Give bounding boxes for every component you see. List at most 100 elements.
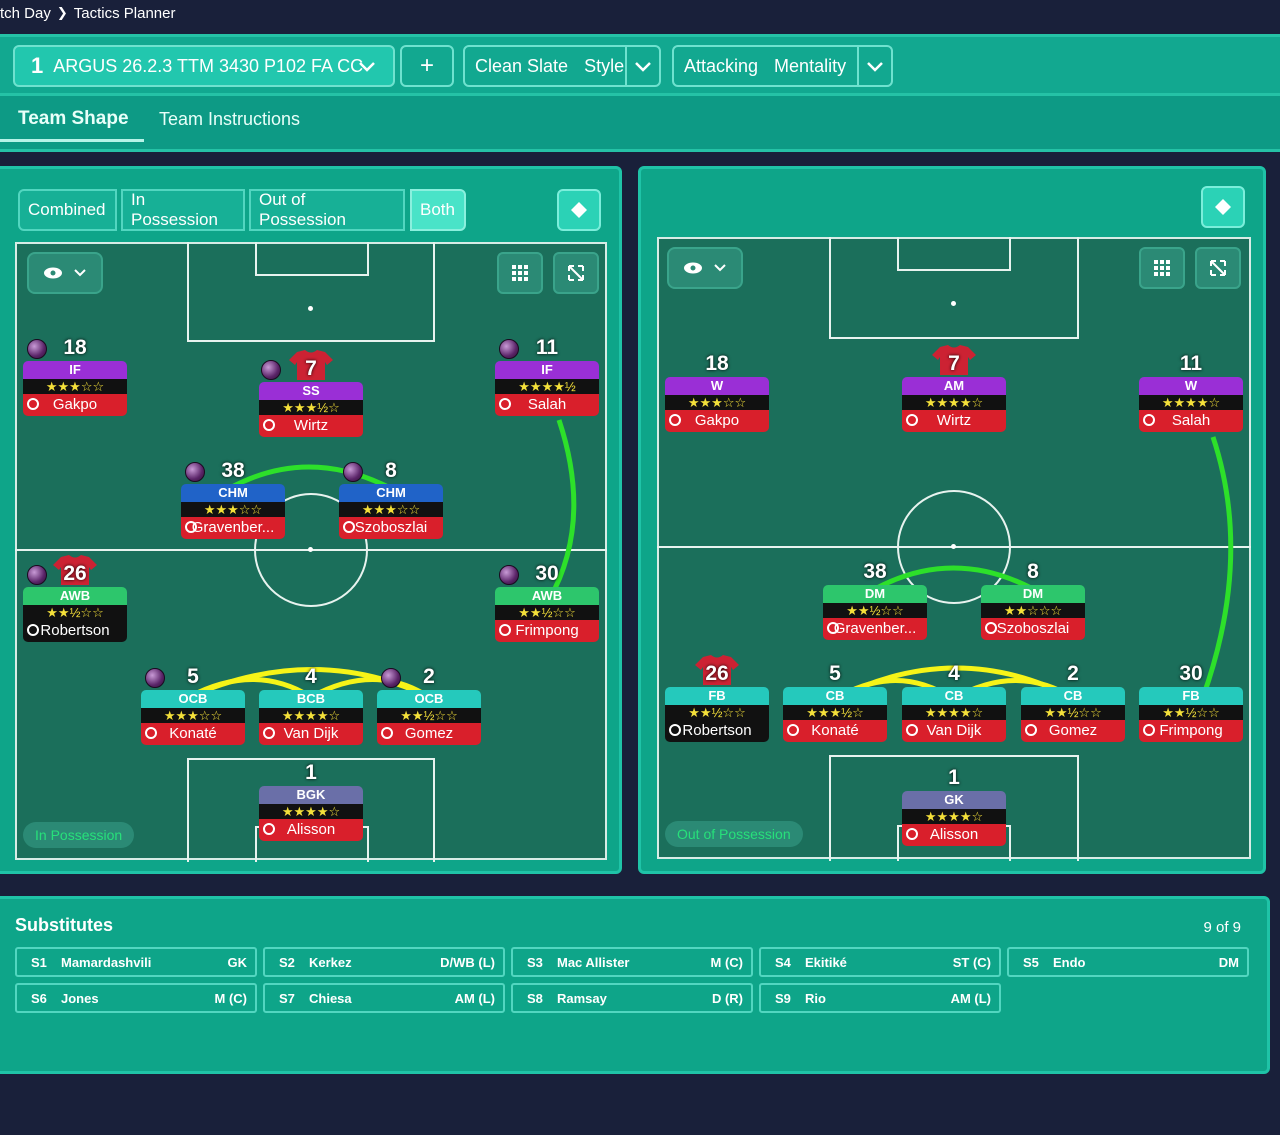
diamond-icon[interactable]	[557, 189, 601, 231]
role-rating: ★★½☆☆	[377, 708, 481, 723]
out-of-possession-panel: Out of Possession 18 W ★★★☆☆ Gakpo 7 AM …	[638, 166, 1266, 874]
player-card[interactable]: 5 OCB ★★★☆☆ Konaté	[141, 664, 245, 745]
person-icon	[906, 414, 918, 426]
player-role: W	[1139, 377, 1243, 395]
player-card[interactable]: 2 CB ★★½☆☆ Gomez	[1021, 661, 1125, 742]
tab-team-shape[interactable]: Team Shape	[0, 106, 144, 142]
filter-combined[interactable]: Combined	[18, 189, 117, 231]
player-card[interactable]: 4 CB ★★★★☆ Van Dijk	[902, 661, 1006, 742]
chevron-down-icon	[714, 264, 726, 272]
visibility-dropdown[interactable]	[27, 252, 103, 294]
player-card[interactable]: 8 DM ★★☆☆☆ Szoboszlai	[981, 559, 1085, 640]
role-rating: ★★★★☆	[259, 804, 363, 819]
player-card[interactable]: 7 SS ★★★½☆ Wirtz	[259, 350, 363, 437]
person-icon	[27, 624, 39, 636]
player-role: FB	[1139, 687, 1243, 705]
player-name: Alisson	[929, 826, 979, 843]
expand-icon[interactable]	[553, 252, 599, 294]
person-icon	[669, 724, 681, 736]
player-role: DM	[981, 585, 1085, 603]
player-card[interactable]: 11 W ★★★★☆ Salah	[1139, 351, 1243, 432]
player-role: W	[665, 377, 769, 395]
chevron-down-icon	[865, 56, 885, 81]
substitute-item[interactable]: S6 Jones M (C)	[15, 983, 257, 1013]
substitute-item[interactable]: S3 Mac Allister M (C)	[511, 947, 753, 977]
tab-team-instructions[interactable]: Team Instructions	[159, 106, 300, 142]
person-icon	[827, 622, 839, 634]
mentality-label: Mentality	[774, 55, 847, 76]
filter-out-of-possession[interactable]: Out of Possession	[249, 189, 405, 231]
player-card[interactable]: 26 AWB ★★½☆☆ Robertson	[23, 555, 127, 642]
expand-icon[interactable]	[1195, 247, 1241, 289]
substitute-item[interactable]: S4 Ekitiké ST (C)	[759, 947, 1001, 977]
substitute-item[interactable]: S1 Mamardashvili GK	[15, 947, 257, 977]
mentality-value: Attacking	[684, 55, 759, 76]
grid-icon[interactable]	[1139, 247, 1185, 289]
player-card[interactable]: 1 BGK ★★★★☆ Alisson	[259, 760, 363, 841]
player-card[interactable]: 11 IF ★★★★½ Salah	[495, 335, 599, 416]
filter-both[interactable]: Both	[410, 189, 466, 231]
player-card[interactable]: 2 OCB ★★½☆☆ Gomez	[377, 664, 481, 745]
style-value: Clean Slate	[475, 55, 569, 76]
player-name: Gravenber...	[191, 519, 275, 536]
player-card[interactable]: 8 CHM ★★★☆☆ Szoboszlai	[339, 458, 443, 539]
player-card[interactable]: 30 FB ★★½☆☆ Frimpong	[1139, 661, 1243, 742]
substitutes-title: Substitutes	[15, 915, 114, 935]
player-role: CB	[902, 687, 1006, 705]
player-card[interactable]: 7 AM ★★★★☆ Wirtz	[902, 345, 1006, 432]
substitute-item[interactable]: S9 Rio AM (L)	[759, 983, 1001, 1013]
role-rating: ★★★★½	[495, 379, 599, 394]
style-label: Style	[584, 55, 625, 76]
player-name: Szoboszlai	[996, 620, 1070, 637]
role-rating: ★★★★☆	[902, 809, 1006, 824]
person-icon	[145, 727, 157, 739]
substitute-item[interactable]: S2 Kerkez D/WB (L)	[263, 947, 505, 977]
player-card[interactable]: 18 IF ★★★☆☆ Gakpo	[23, 335, 127, 416]
player-card[interactable]: 18 W ★★★☆☆ Gakpo	[665, 351, 769, 432]
tactic-slot: 1	[31, 53, 44, 78]
diamond-icon[interactable]	[1201, 186, 1245, 228]
player-name: Gravenber...	[833, 620, 917, 637]
player-card[interactable]: 1 GK ★★★★☆ Alisson	[902, 765, 1006, 846]
player-card[interactable]: 30 AWB ★★½☆☆ Frimpong	[495, 561, 599, 642]
player-name: Gomez	[404, 725, 454, 742]
player-role: BCB	[259, 690, 363, 708]
ball-icon	[261, 360, 281, 380]
person-icon	[1025, 724, 1037, 736]
ball-icon	[499, 565, 519, 585]
player-role: IF	[23, 361, 127, 379]
substitute-item[interactable]: S8 Ramsay D (R)	[511, 983, 753, 1013]
filter-in-possession[interactable]: In Possession	[121, 189, 245, 231]
person-icon	[185, 521, 197, 533]
player-name: Salah	[527, 396, 567, 413]
phase-label: Out of Possession	[665, 821, 803, 847]
style-dropdown[interactable]: Clean Slate Style	[463, 45, 661, 87]
player-role: CHM	[339, 484, 443, 502]
role-rating: ★★½☆☆	[823, 603, 927, 618]
grid-icon[interactable]	[497, 252, 543, 294]
player-name: Wirtz	[293, 417, 329, 434]
substitute-item[interactable]: S5 Endo DM	[1007, 947, 1249, 977]
player-card[interactable]: 4 BCB ★★★★☆ Van Dijk	[259, 664, 363, 745]
player-card[interactable]: 5 CB ★★★½☆ Konaté	[783, 661, 887, 742]
role-rating: ★★½☆☆	[1139, 705, 1243, 720]
mentality-dropdown[interactable]: Attacking Mentality	[672, 45, 893, 87]
phase-label: In Possession	[23, 822, 135, 848]
player-card[interactable]: 26 FB ★★½☆☆ Robertson	[665, 655, 769, 742]
player-card[interactable]: 38 CHM ★★★☆☆ Gravenber...	[181, 458, 285, 539]
player-role: OCB	[377, 690, 481, 708]
player-name: Gakpo	[52, 396, 98, 413]
substitute-item[interactable]: S7 Chiesa AM (L)	[263, 983, 505, 1013]
visibility-dropdown[interactable]	[667, 247, 743, 289]
person-icon	[906, 828, 918, 840]
add-tactic-button[interactable]: +	[400, 45, 454, 87]
breadcrumb-current: Tactics Planner	[73, 4, 176, 22]
player-name: Konaté	[811, 722, 859, 739]
tactic-select[interactable]: 1 ARGUS 26.2.3 TTM 3430 P102 FA CC	[13, 45, 395, 87]
role-rating: ★★★½☆	[259, 400, 363, 415]
player-card[interactable]: 38 DM ★★½☆☆ Gravenber...	[823, 559, 927, 640]
breadcrumb-parent[interactable]: tch Day	[0, 5, 51, 22]
role-rating: ★★★★☆	[902, 705, 1006, 720]
player-role: DM	[823, 585, 927, 603]
player-name: Salah	[1171, 412, 1211, 429]
